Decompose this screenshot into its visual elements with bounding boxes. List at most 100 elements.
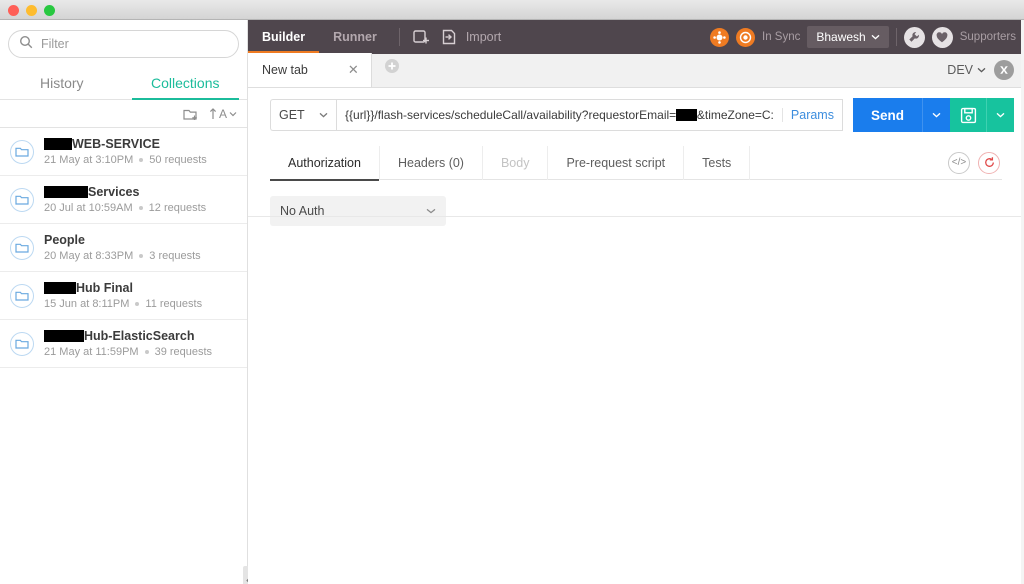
- collection-request-count: 12 requests: [148, 202, 207, 214]
- reset-icon[interactable]: [978, 151, 1000, 174]
- new-request-icon[interactable]: [408, 29, 436, 45]
- close-window-button[interactable]: [8, 5, 19, 16]
- collection-meta: 20 May at 8:33PM 3 requests: [44, 250, 201, 262]
- sidebar-tab-history[interactable]: History: [0, 66, 124, 99]
- save-button[interactable]: [950, 98, 986, 132]
- url-text: {{url}}/flash-services/scheduleCall/avai…: [345, 108, 774, 122]
- user-menu[interactable]: Bhawesh: [807, 26, 889, 48]
- minimize-window-button[interactable]: [26, 5, 37, 16]
- url-input[interactable]: {{url}}/flash-services/scheduleCall/avai…: [336, 99, 843, 131]
- folder-icon: [10, 283, 34, 308]
- postman-window: Filter History Collections A WEB-SERVICE…: [0, 0, 1024, 584]
- request-builder: GET {{url}}/flash-services/scheduleCall/…: [248, 88, 1024, 584]
- sort-collections-control[interactable]: A: [209, 107, 237, 121]
- separator-dot: [144, 350, 149, 354]
- collection-request-count: 39 requests: [154, 346, 213, 358]
- request-tab-label: Body: [500, 155, 530, 170]
- import-icon[interactable]: [436, 29, 462, 45]
- quick-look-icon[interactable]: [994, 60, 1014, 80]
- request-tab-authorization[interactable]: Authorization: [270, 145, 380, 181]
- collection-item[interactable]: WEB-SERVICE 21 May at 3:10PM 50 requests: [0, 128, 247, 176]
- collection-text: Hub Final 15 Jun at 8:11PM 11 requests: [44, 281, 202, 310]
- sync-status-label: In Sync: [762, 31, 801, 43]
- collection-meta: 15 Jun at 8:11PM 11 requests: [44, 298, 202, 310]
- sort-letter-label: A: [218, 106, 227, 121]
- nav-divider: [398, 28, 400, 46]
- sidebar-tab-collections[interactable]: Collections: [124, 66, 248, 100]
- environment-area: DEV: [947, 60, 1024, 80]
- collection-name: Services: [44, 185, 206, 199]
- new-folder-icon[interactable]: [183, 107, 199, 121]
- collection-item[interactable]: Hub Final 15 Jun at 8:11PM 11 requests: [0, 272, 247, 320]
- separator-dot: [135, 302, 140, 306]
- save-icon: [960, 107, 976, 123]
- collections-list: WEB-SERVICE 21 May at 3:10PM 50 requests Se…: [0, 128, 247, 368]
- window-titlebar: [0, 0, 1024, 20]
- collection-name: People: [44, 233, 201, 247]
- nav-tab-builder[interactable]: Builder: [248, 20, 320, 54]
- heart-icon[interactable]: [931, 26, 953, 48]
- add-tab-icon[interactable]: [384, 58, 400, 79]
- url-row: GET {{url}}/flash-services/scheduleCall/…: [248, 88, 1024, 132]
- request-tab-label: Tests: [702, 155, 732, 170]
- request-tab-label: Pre-request script: [566, 155, 666, 170]
- collection-meta: 20 Jul at 10:59AM 12 requests: [44, 202, 206, 214]
- send-save-group: Send: [852, 98, 1014, 132]
- sync-icon[interactable]: [736, 27, 755, 47]
- sidebar: Filter History Collections A WEB-SERVICE…: [0, 20, 255, 584]
- section-divider: [248, 216, 1024, 217]
- url-prefix: {{url}}/flash-services/scheduleCall/avai…: [345, 108, 677, 122]
- redacted-text: [44, 138, 72, 150]
- collection-name: WEB-SERVICE: [44, 137, 207, 151]
- close-icon[interactable]: ✕: [348, 62, 359, 78]
- folder-icon: [10, 331, 34, 356]
- zoom-window-button[interactable]: [44, 5, 55, 16]
- wrench-icon[interactable]: [903, 26, 925, 48]
- request-tab-body: Body: [483, 145, 549, 180]
- collection-name-text: Hub Final: [76, 281, 133, 295]
- search-input-placeholder[interactable]: Filter: [41, 37, 69, 51]
- redacted-text: [44, 186, 88, 198]
- request-tab[interactable]: New tab ✕: [248, 53, 372, 87]
- search-box[interactable]: Filter: [8, 30, 239, 58]
- collection-request-count: 3 requests: [149, 250, 201, 262]
- request-tab-pre-request-script[interactable]: Pre-request script: [548, 145, 685, 180]
- import-label[interactable]: Import: [466, 30, 501, 44]
- http-method-selector[interactable]: GET: [270, 99, 336, 131]
- code-icon[interactable]: </>: [948, 151, 970, 174]
- supporters-label[interactable]: Supporters: [960, 31, 1016, 43]
- collection-item[interactable]: Hub-ElasticSearch 21 May at 11:59PM 39 req…: [0, 320, 247, 368]
- request-tab-tests[interactable]: Tests: [684, 145, 751, 180]
- collection-meta: 21 May at 11:59PM 39 requests: [44, 346, 212, 358]
- chevron-down-icon: [871, 34, 880, 40]
- collection-date: 21 May at 3:10PM: [44, 154, 134, 166]
- collection-request-count: 11 requests: [145, 298, 203, 310]
- save-options-button[interactable]: [986, 98, 1014, 132]
- chevron-down-icon: [977, 67, 986, 73]
- request-section-tabs: Authorization Headers (0) Body Pre-request …: [270, 145, 1002, 181]
- environment-selector[interactable]: DEV: [947, 63, 986, 77]
- chevron-down-icon: [319, 112, 328, 118]
- collection-text: People 20 May at 8:33PM 3 requests: [44, 233, 201, 262]
- chevron-down-icon: [996, 112, 1005, 118]
- search-icon: [19, 35, 33, 54]
- postman-logo-icon[interactable]: [710, 27, 729, 47]
- send-button[interactable]: Send: [852, 98, 922, 132]
- request-tab-label: New tab: [262, 63, 308, 77]
- request-tab-headers-0[interactable]: Headers (0): [380, 145, 483, 180]
- folder-icon: [10, 139, 34, 164]
- collection-name: Hub-ElasticSearch: [44, 329, 212, 343]
- sort-ascending-icon: [209, 107, 217, 119]
- nav-tab-runner[interactable]: Runner: [319, 20, 391, 54]
- collection-name-text: WEB-SERVICE: [72, 137, 160, 151]
- send-options-button[interactable]: [922, 98, 950, 132]
- collection-item[interactable]: People 20 May at 8:33PM 3 requests: [0, 224, 247, 272]
- params-button[interactable]: Params: [781, 108, 834, 122]
- auth-type-selector[interactable]: No Auth: [270, 196, 446, 226]
- collection-name-text: People: [44, 233, 85, 247]
- chevron-down-icon: [932, 112, 941, 118]
- collection-text: WEB-SERVICE 21 May at 3:10PM 50 requests: [44, 137, 207, 166]
- http-method-label: GET: [279, 108, 305, 122]
- collection-item[interactable]: Services 20 Jul at 10:59AM 12 requests: [0, 176, 247, 224]
- sidebar-tabs: History Collections: [0, 66, 247, 100]
